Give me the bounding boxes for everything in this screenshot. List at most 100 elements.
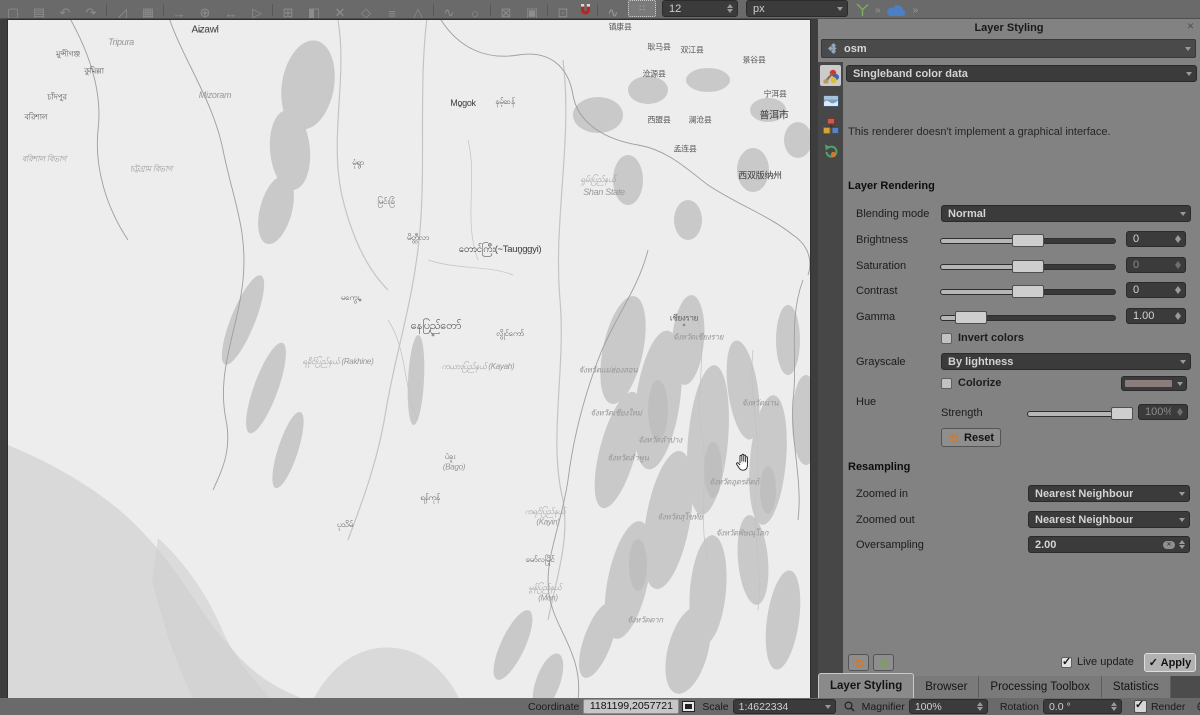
arrow-icon[interactable]: → <box>166 1 192 19</box>
toolbar-overflow-icon[interactable]: » <box>875 5 881 16</box>
gamma-spinner[interactable]: 1.00 <box>1126 308 1186 324</box>
delete-icon[interactable]: ✕ <box>327 1 353 19</box>
font-size-spinner[interactable]: 12 <box>662 0 738 17</box>
invert-colors-checkbox[interactable] <box>941 333 952 344</box>
coordinate-input[interactable]: 1181199,2057721 <box>583 699 679 714</box>
brightness-spinner[interactable]: 0 <box>1126 231 1186 247</box>
histogram-tab-icon[interactable] <box>820 115 841 136</box>
toolbar-overflow-icon-2[interactable]: » <box>913 5 919 16</box>
tracing-icon[interactable]: ∿ <box>600 1 626 19</box>
node-branch-icon[interactable] <box>855 2 870 17</box>
tab-statistics[interactable]: Statistics <box>1102 676 1171 698</box>
history-tab-icon[interactable] <box>820 140 841 161</box>
clear-value-icon[interactable]: ✕ <box>1163 541 1175 549</box>
map-label: တောင်ကြီး(~Taunggyi) <box>459 243 542 257</box>
grayscale-dropdown[interactable]: By lightness <box>941 353 1191 370</box>
tab-browser[interactable]: Browser <box>914 676 979 698</box>
map-label: မိတ္ထီလာ <box>407 232 429 244</box>
gamma-slider[interactable] <box>941 316 1115 320</box>
oversampling-label: Oversampling <box>856 539 924 551</box>
dock-tabbar: Layer StylingBrowserProcessing ToolboxSt… <box>818 676 1200 698</box>
zoomed-in-label: Zoomed in <box>856 488 908 500</box>
style-redo-button[interactable] <box>873 654 894 671</box>
font-size-value: 12 <box>669 3 681 15</box>
saturation-slider[interactable] <box>941 265 1115 269</box>
zoomed-in-dropdown[interactable]: Nearest Neighbour <box>1028 485 1190 502</box>
map-label: မော်လမြိုင် <box>526 554 555 566</box>
symbology-tab-icon[interactable] <box>820 65 841 86</box>
triangle-icon[interactable]: △ <box>405 1 431 19</box>
live-update-checkbox[interactable] <box>1061 657 1072 668</box>
project-open-icon[interactable]: ▤ <box>26 1 52 19</box>
renderer-value: Singleband color data <box>853 68 968 80</box>
tab-layer-styling[interactable]: Layer Styling <box>818 673 914 698</box>
move-feature-icon[interactable]: ↔ <box>218 1 244 19</box>
renderer-dropdown[interactable]: Singleband color data <box>846 65 1197 82</box>
tabbar-filler <box>1171 676 1200 698</box>
map-label: ပဲခူး <box>445 451 456 463</box>
project-new-icon[interactable]: ▢ <box>0 1 26 19</box>
multiedit-icon[interactable]: ⊞ <box>275 1 301 19</box>
apply-label: ✓ Apply <box>1149 656 1191 669</box>
redo-icon[interactable]: ↷ <box>78 1 104 19</box>
rotate-feature-icon[interactable]: ▷ <box>244 1 270 19</box>
unit-dropdown[interactable]: px <box>746 0 848 17</box>
snapping-magnet-icon[interactable] <box>579 3 592 17</box>
layer-styling-panel: Layer Styling ✕ osm Singleband color dat… <box>818 18 1200 676</box>
colorize-checkbox[interactable] <box>941 378 952 389</box>
gamma-label: Gamma <box>856 311 895 323</box>
extents-toggle-icon[interactable] <box>682 701 695 712</box>
zoomed-out-dropdown[interactable]: Nearest Neighbour <box>1028 511 1190 528</box>
contrast-slider[interactable] <box>941 290 1115 294</box>
magnifier-label: Magnifier <box>862 701 905 713</box>
vertex-icon[interactable]: ◇ <box>353 1 379 19</box>
toolbar-separator <box>433 4 434 16</box>
transparency-tab-icon[interactable] <box>820 90 841 111</box>
unit-value: px <box>753 3 765 15</box>
magnifier-spinner[interactable]: 100% <box>909 699 988 714</box>
add-feature-icon[interactable]: ⊕ <box>192 1 218 19</box>
fill-icon[interactable]: ▣ <box>519 1 545 19</box>
panel-icon-strip <box>818 62 843 676</box>
layers-icon[interactable]: ≡ <box>379 1 405 19</box>
strength-spinner: 100% <box>1138 404 1188 420</box>
render-checkbox[interactable] <box>1134 700 1147 713</box>
layer-name: osm <box>844 43 867 55</box>
cloud-icon[interactable] <box>886 4 908 17</box>
oversampling-spinner[interactable]: 2.00 ✕ <box>1028 536 1190 553</box>
strength-slider[interactable] <box>1028 412 1130 416</box>
rotation-spinner[interactable]: 0.0 ° <box>1043 699 1122 714</box>
measure-icon[interactable]: ◿ <box>109 1 135 19</box>
split-icon[interactable]: ◧ <box>301 1 327 19</box>
map-label: จังหวัดสุโขทัย <box>657 511 702 524</box>
zoomed-out-label: Zoomed out <box>856 514 915 526</box>
coordinate-label: Coordinate <box>528 701 579 713</box>
map-label: ရန်ကုန် <box>420 492 440 504</box>
zoomed-in-value: Nearest Neighbour <box>1035 488 1133 500</box>
rotation-label: Rotation <box>1000 701 1039 713</box>
options-icon[interactable]: ▦ <box>135 1 161 19</box>
chevron-down-icon <box>825 705 831 709</box>
close-icon[interactable]: ✕ <box>1185 21 1196 32</box>
vertex-marker-toggle[interactable]: ∷ <box>628 0 656 17</box>
map-canvas[interactable]: AizawlTripuraMizoramমুন্সীগঞ্জকুমিল্লাচা… <box>8 20 810 698</box>
tab-processing-toolbox[interactable]: Processing Toolbox <box>979 676 1102 698</box>
oversampling-value: 2.00 <box>1035 539 1056 551</box>
blending-mode-value: Normal <box>948 208 986 220</box>
undo-icon[interactable]: ↶ <box>52 1 78 19</box>
scale-dropdown[interactable]: 1:4622334 <box>733 699 836 714</box>
circle-icon[interactable]: ○ <box>462 1 488 19</box>
apply-button[interactable]: ✓ Apply <box>1144 653 1196 672</box>
blending-mode-dropdown[interactable]: Normal <box>941 205 1191 222</box>
layer-selector[interactable]: osm <box>821 39 1196 58</box>
reset-button[interactable]: Reset <box>941 428 1001 447</box>
style-undo-button[interactable] <box>848 654 869 671</box>
brightness-slider[interactable] <box>941 239 1115 243</box>
curve-icon[interactable]: ∿ <box>436 1 462 19</box>
shape-icon[interactable]: ⊠ <box>493 1 519 19</box>
polygon-icon[interactable]: ⊡ <box>550 1 576 19</box>
map-label: ရှမ်းပြည်နယ် <box>581 174 616 186</box>
resampling-header: Resampling <box>848 461 910 473</box>
map-label: จังหวัดตาก <box>627 614 663 627</box>
contrast-spinner[interactable]: 0 <box>1126 282 1186 298</box>
